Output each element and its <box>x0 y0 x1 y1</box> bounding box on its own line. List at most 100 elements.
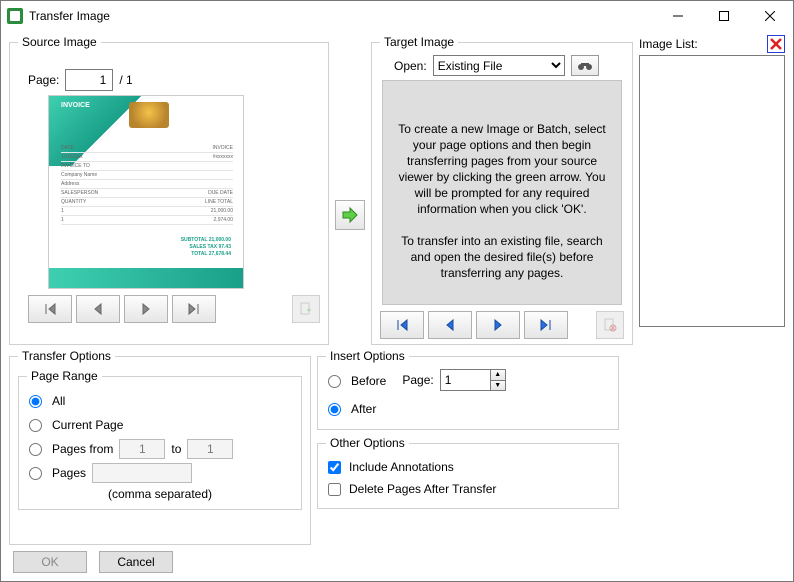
source-page-row: Page: / 1 <box>28 69 320 91</box>
page-range-all-label: All <box>52 394 65 408</box>
delete-after-row: Delete Pages After Transfer <box>326 478 610 500</box>
insert-page-label: Page: <box>402 373 433 387</box>
insert-inner: Before After Page: <box>326 369 610 421</box>
source-prev-page-button[interactable] <box>76 295 120 323</box>
transfer-options-legend: Transfer Options <box>18 349 115 363</box>
invoice-footer-bg <box>49 268 243 288</box>
options-row: Transfer Options Page Range All Current … <box>9 349 785 545</box>
source-total-pages: / 1 <box>119 73 132 87</box>
insert-after-label: After <box>351 402 376 416</box>
include-annotations-label: Include Annotations <box>349 460 454 474</box>
delete-after-checkbox[interactable] <box>328 483 341 496</box>
insert-before-radio[interactable] <box>328 375 341 388</box>
source-nav-row <box>28 295 320 323</box>
target-image-group: Target Image Open: Existing File To crea… <box>371 35 633 345</box>
page-range-comma-label: (comma separated) <box>27 487 293 501</box>
target-open-select[interactable]: Existing File <box>433 55 565 76</box>
source-last-page-button[interactable] <box>172 295 216 323</box>
insert-before-label: Before <box>351 374 386 388</box>
page-range-to-label: to <box>171 442 181 456</box>
source-add-button[interactable] <box>292 295 320 323</box>
window-body: Source Image Page: / 1 INVOICE DATEINVOI… <box>1 31 793 581</box>
invoice-preview: INVOICE DATEINVOICE 1/10/20xx#xxxxxxx IN… <box>49 96 243 288</box>
invoice-lines: DATEINVOICE 1/10/20xx#xxxxxxx INVOICE TO… <box>61 144 233 225</box>
source-page-label: Page: <box>28 73 59 87</box>
app-icon <box>7 8 23 24</box>
transfer-arrow-button[interactable] <box>335 200 365 230</box>
target-next-page-button[interactable] <box>476 311 520 339</box>
image-list-box[interactable] <box>639 55 785 327</box>
image-list-close-button[interactable] <box>767 35 785 53</box>
target-search-button[interactable] <box>571 55 599 76</box>
page-range-from-label: Pages from <box>52 442 113 456</box>
target-legend: Target Image <box>380 35 458 49</box>
close-button[interactable] <box>747 1 793 31</box>
target-open-label: Open: <box>394 59 427 73</box>
page-range-legend: Page Range <box>27 369 102 383</box>
page-range-all-row: All <box>27 389 293 413</box>
page-range-current-radio[interactable] <box>29 419 42 432</box>
insert-page-input[interactable] <box>440 369 490 391</box>
source-thumbnail: INVOICE DATEINVOICE 1/10/20xx#xxxxxxx IN… <box>48 95 244 289</box>
spinner-down-button[interactable]: ▼ <box>491 381 505 391</box>
page-range-pages-input[interactable] <box>92 463 192 483</box>
maximize-button[interactable] <box>701 1 747 31</box>
insert-options-group: Insert Options Before After <box>317 349 619 430</box>
ok-button[interactable]: OK <box>13 551 87 573</box>
include-annotations-row: Include Annotations <box>326 456 610 478</box>
top-row: Source Image Page: / 1 INVOICE DATEINVOI… <box>9 35 785 345</box>
insert-before-row: Before <box>326 369 386 393</box>
target-nav-row <box>380 311 624 339</box>
binoculars-icon <box>577 60 593 72</box>
window-controls <box>655 1 793 31</box>
delete-after-label: Delete Pages After Transfer <box>349 482 496 496</box>
page-range-pages-radio[interactable] <box>29 467 42 480</box>
source-page-input[interactable] <box>65 69 113 91</box>
page-range-from-input[interactable] <box>119 439 165 459</box>
other-options-legend: Other Options <box>326 436 409 450</box>
page-range-from-radio[interactable] <box>29 443 42 456</box>
source-legend: Source Image <box>18 35 101 49</box>
titlebar: Transfer Image <box>1 1 793 31</box>
invoice-total: SUBTOTAL 21,000.00SALES TAX 97.43TOTAL 2… <box>181 237 231 258</box>
transfer-options-group: Transfer Options Page Range All Current … <box>9 349 311 545</box>
source-first-page-button[interactable] <box>28 295 72 323</box>
invoice-image-icon <box>129 102 169 128</box>
insert-after-radio[interactable] <box>328 403 341 416</box>
image-list-label: Image List: <box>639 37 698 51</box>
spinner-up-button[interactable]: ▲ <box>491 370 505 381</box>
close-icon <box>769 37 783 51</box>
page-range-all-radio[interactable] <box>29 395 42 408</box>
page-range-pages-row: Pages <box>27 461 293 485</box>
page-range-group: Page Range All Current Page Pages from t… <box>18 369 302 510</box>
image-list-header: Image List: <box>639 35 785 55</box>
page-range-to-input[interactable] <box>187 439 233 459</box>
insert-page-row: Page: ▲ ▼ <box>402 369 505 391</box>
target-last-page-button[interactable] <box>524 311 568 339</box>
target-instructions-2: To transfer into an existing file, searc… <box>393 233 611 281</box>
target-open-row: Open: Existing File <box>380 55 624 76</box>
spinner-arrows: ▲ ▼ <box>490 369 506 391</box>
page-range-pages-label: Pages <box>52 466 86 480</box>
window-root: Transfer Image Source Image Page: / 1 <box>0 0 794 582</box>
target-first-page-button[interactable] <box>380 311 424 339</box>
invoice-title: INVOICE <box>61 102 90 109</box>
target-prev-page-button[interactable] <box>428 311 472 339</box>
include-annotations-checkbox[interactable] <box>328 461 341 474</box>
page-range-current-row: Current Page <box>27 413 293 437</box>
source-next-page-button[interactable] <box>124 295 168 323</box>
minimize-button[interactable] <box>655 1 701 31</box>
cancel-button[interactable]: Cancel <box>99 551 173 573</box>
transfer-arrow-area <box>335 35 365 345</box>
spacer <box>220 295 288 323</box>
right-options-column: Insert Options Before After <box>317 349 619 545</box>
insert-options-legend: Insert Options <box>326 349 409 363</box>
window-title: Transfer Image <box>29 9 655 23</box>
page-range-current-label: Current Page <box>52 418 123 432</box>
source-image-group: Source Image Page: / 1 INVOICE DATEINVOI… <box>9 35 329 345</box>
footer-buttons: OK Cancel <box>9 549 785 573</box>
target-viewer: To create a new Image or Batch, select y… <box>382 80 622 305</box>
insert-page-spinner: ▲ ▼ <box>440 369 506 391</box>
target-delete-button[interactable] <box>596 311 624 339</box>
other-options-group: Other Options Include Annotations Delete… <box>317 436 619 509</box>
